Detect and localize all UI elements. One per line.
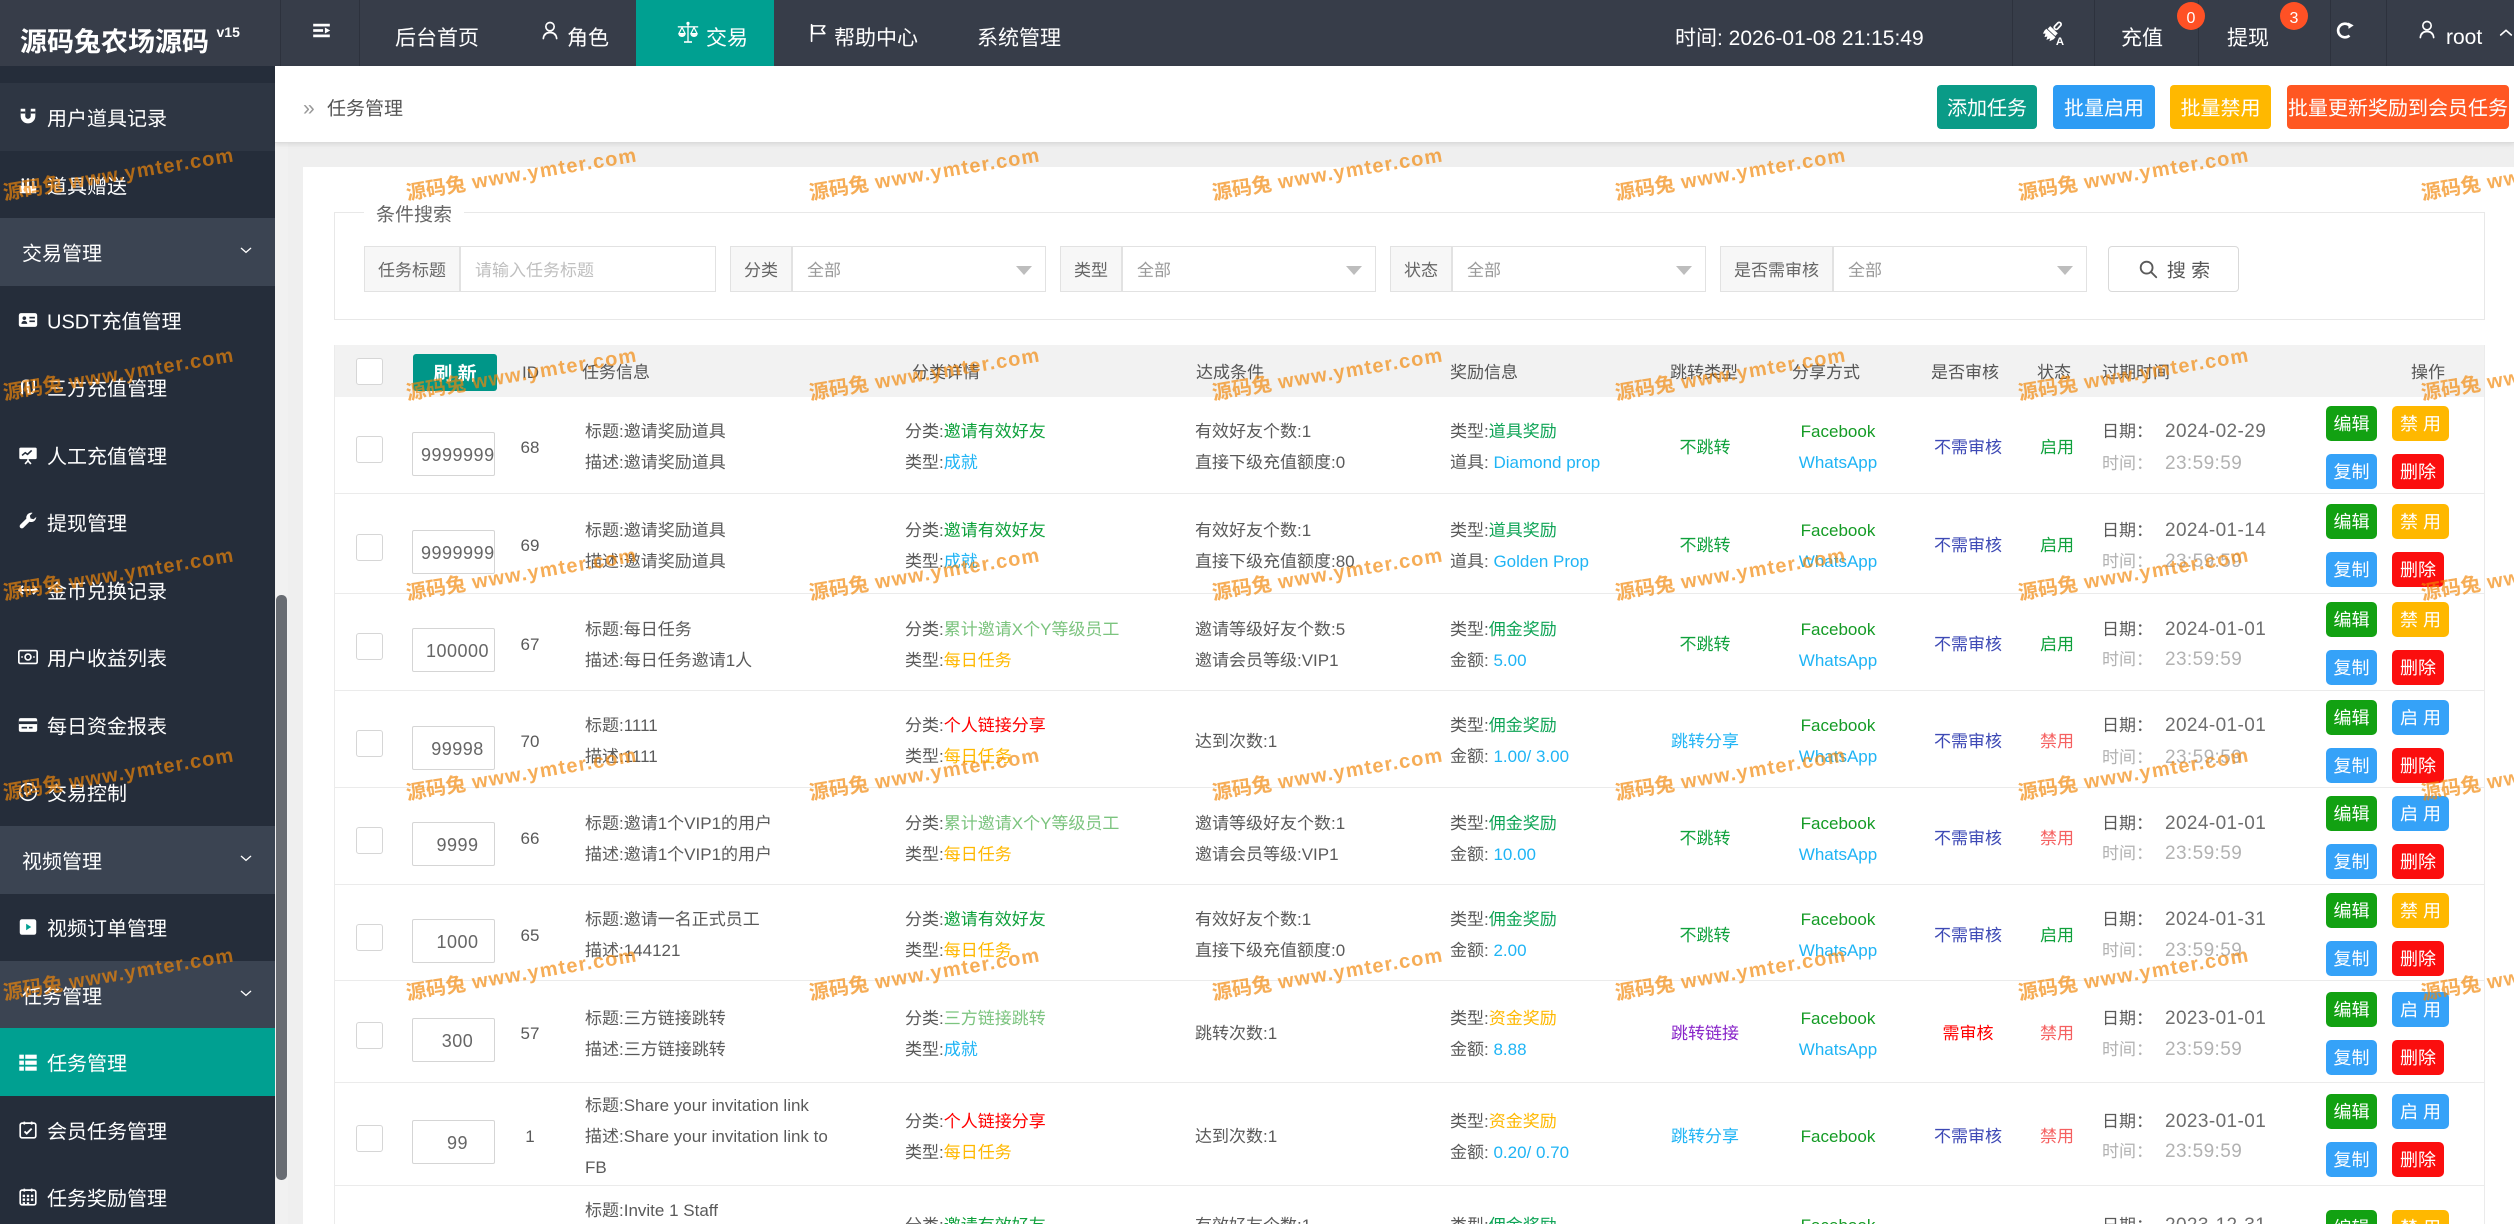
svg-text:A: A <box>2056 36 2064 46</box>
